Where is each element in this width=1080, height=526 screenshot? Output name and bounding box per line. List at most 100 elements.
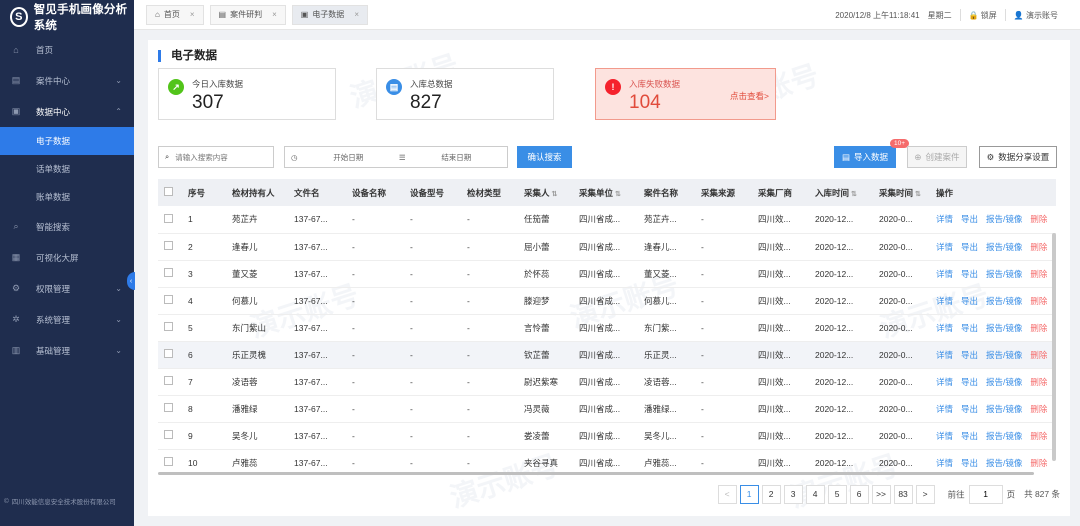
sort-icon[interactable]: ⇅: [615, 191, 621, 198]
sort-icon[interactable]: ⇅: [915, 191, 921, 198]
sidebar-item-base[interactable]: ▥ 基础管理 ⌄: [0, 335, 134, 366]
row-select-cell[interactable]: [158, 341, 182, 369]
delete-link[interactable]: 删除: [1030, 296, 1047, 306]
sort-icon[interactable]: ⇅: [851, 191, 857, 198]
lock-screen-button[interactable]: 🔒 锁屏: [969, 10, 997, 21]
delete-link[interactable]: 删除: [1030, 431, 1047, 441]
tab-home[interactable]: ⌂ 首页 ×: [146, 4, 204, 25]
sidebar-collapse-handle[interactable]: ‹: [127, 272, 135, 290]
page-button[interactable]: 3: [783, 484, 803, 504]
sidebar-subitem-call-records[interactable]: 话单数据: [0, 155, 134, 183]
delete-link[interactable]: 删除: [1030, 377, 1047, 387]
date-range-picker[interactable]: ◷ 开始日期 ☰ 结束日期: [284, 146, 508, 168]
delete-link[interactable]: 删除: [1030, 214, 1047, 224]
close-icon[interactable]: ×: [354, 10, 359, 19]
column-header[interactable]: 入库时间 ⇅: [809, 179, 873, 206]
close-icon[interactable]: ×: [272, 10, 277, 19]
horizontal-scrollbar[interactable]: [158, 472, 1034, 475]
column-header[interactable]: 采集时间 ⇅: [873, 179, 930, 206]
table-row[interactable]: 8 潘雅绿 137-67... - - - 冯灵薇 四川省成... 潘雅绿... - 四川效... 2…: [158, 395, 1056, 423]
table-row[interactable]: 9 吴冬儿 137-67... - - - 娄凌蕾 四川省成... 吴冬儿... - 四川效... 2…: [158, 422, 1056, 450]
export-link[interactable]: 导出: [961, 269, 978, 279]
report-mirror-link[interactable]: 报告/镜像: [986, 323, 1022, 333]
export-link[interactable]: 导出: [961, 350, 978, 360]
next-page-button[interactable]: >: [915, 484, 935, 504]
sidebar-item-data-center[interactable]: ▣ 数据中心 ⌃: [0, 96, 134, 127]
table-row[interactable]: 2 逢春儿 137-67... - - - 屈小蕾 四川省成... 逢春儿... - 四川效... 2…: [158, 233, 1056, 261]
table-row[interactable]: 6 乐正灵槐 137-67... - - - 钦芷蕾 四川省成... 乐正灵... - 四川效...…: [158, 341, 1056, 369]
search-box[interactable]: ⌕: [158, 146, 274, 168]
delete-link[interactable]: 删除: [1030, 323, 1047, 333]
row-select-cell[interactable]: [158, 395, 182, 423]
export-link[interactable]: 导出: [961, 377, 978, 387]
table-row[interactable]: 1 苑芷卉 137-67... - - - 任笳蕾 四川省成... 苑芷卉... - 四川效... 2…: [158, 206, 1056, 234]
report-mirror-link[interactable]: 报告/镜像: [986, 269, 1022, 279]
detail-link[interactable]: 详情: [936, 242, 953, 252]
vertical-scrollbar[interactable]: [1052, 233, 1056, 461]
delete-link[interactable]: 删除: [1030, 404, 1047, 414]
report-mirror-link[interactable]: 报告/镜像: [986, 458, 1022, 468]
row-checkbox[interactable]: [164, 322, 173, 331]
delete-link[interactable]: 删除: [1030, 350, 1047, 360]
end-date-field[interactable]: 结束日期: [406, 152, 507, 163]
page-button[interactable]: 83: [893, 484, 913, 504]
table-row[interactable]: 7 凌语蓉 137-67... - - - 尉迟紫寒 四川省成... 凌语蓉... - 四川效...…: [158, 368, 1056, 396]
detail-link[interactable]: 详情: [936, 431, 953, 441]
create-case-button[interactable]: ⊕ 创建案件: [907, 146, 967, 168]
close-icon[interactable]: ×: [190, 10, 195, 19]
detail-link[interactable]: 详情: [936, 350, 953, 360]
delete-link[interactable]: 删除: [1030, 458, 1047, 468]
row-checkbox[interactable]: [164, 268, 173, 277]
sidebar-item-home[interactable]: ⌂ 首页: [0, 34, 134, 65]
row-checkbox[interactable]: [164, 403, 173, 412]
detail-link[interactable]: 详情: [936, 458, 953, 468]
sidebar-subitem-bill-data[interactable]: 账单数据: [0, 183, 134, 211]
table-row[interactable]: 3 董又菱 137-67... - - - 於怀蕊 四川省成... 董又菱... - 四川效... 2…: [158, 260, 1056, 288]
row-select-cell[interactable]: [158, 422, 182, 450]
detail-link[interactable]: 详情: [936, 269, 953, 279]
user-menu[interactable]: 👤 演示账号: [1014, 10, 1058, 21]
tab-electronic-data[interactable]: ▣ 电子数据 ×: [291, 4, 368, 25]
report-mirror-link[interactable]: 报告/镜像: [986, 296, 1022, 306]
page-button[interactable]: 4: [805, 484, 825, 504]
view-failed-link[interactable]: 点击查看>: [730, 90, 769, 102]
page-button[interactable]: 6: [849, 484, 869, 504]
export-link[interactable]: 导出: [961, 214, 978, 224]
table-row[interactable]: 4 何慕儿 137-67... - - - 滕迎梦 四川省成... 何慕儿... - 四川效... 2…: [158, 287, 1056, 315]
row-select-cell[interactable]: [158, 206, 182, 234]
share-settings-button[interactable]: ⚙ 数据分享设置: [979, 146, 1057, 168]
export-link[interactable]: 导出: [961, 242, 978, 252]
delete-link[interactable]: 删除: [1030, 242, 1047, 252]
row-checkbox[interactable]: [164, 457, 173, 466]
import-data-button[interactable]: ▤ 导入数据: [834, 146, 896, 168]
sidebar-item-smart-search[interactable]: ⌕ 智能搜索: [0, 211, 134, 242]
report-mirror-link[interactable]: 报告/镜像: [986, 350, 1022, 360]
prev-page-button[interactable]: <: [717, 484, 737, 504]
confirm-search-button[interactable]: 确认搜索: [517, 146, 572, 168]
sidebar-subitem-electronic-data[interactable]: 电子数据: [0, 127, 134, 155]
row-select-cell[interactable]: [158, 449, 182, 469]
search-input[interactable]: [175, 152, 273, 162]
export-link[interactable]: 导出: [961, 296, 978, 306]
page-button[interactable]: >>: [871, 484, 891, 504]
export-link[interactable]: 导出: [961, 458, 978, 468]
row-checkbox[interactable]: [164, 349, 173, 358]
column-header[interactable]: 采集单位 ⇅: [573, 179, 638, 206]
report-mirror-link[interactable]: 报告/镜像: [986, 431, 1022, 441]
row-checkbox[interactable]: [164, 376, 173, 385]
report-mirror-link[interactable]: 报告/镜像: [986, 404, 1022, 414]
table-row[interactable]: 10 卢雅蕊 137-67... - - - 夹谷寻真 四川省成... 卢雅蕊... - 四川效..…: [158, 449, 1056, 469]
detail-link[interactable]: 详情: [936, 404, 953, 414]
sort-icon[interactable]: ⇅: [552, 191, 558, 198]
sidebar-item-system[interactable]: ✲ 系统管理 ⌄: [0, 304, 134, 335]
page-button[interactable]: 2: [761, 484, 781, 504]
report-mirror-link[interactable]: 报告/镜像: [986, 377, 1022, 387]
detail-link[interactable]: 详情: [936, 296, 953, 306]
sidebar-item-case-center[interactable]: ▤ 案件中心 ⌄: [0, 65, 134, 96]
row-checkbox[interactable]: [164, 295, 173, 304]
start-date-field[interactable]: 开始日期: [298, 152, 399, 163]
sidebar-item-permission[interactable]: ⚙ 权限管理 ⌄: [0, 273, 134, 304]
row-checkbox[interactable]: [164, 241, 173, 250]
report-mirror-link[interactable]: 报告/镜像: [986, 214, 1022, 224]
report-mirror-link[interactable]: 报告/镜像: [986, 242, 1022, 252]
